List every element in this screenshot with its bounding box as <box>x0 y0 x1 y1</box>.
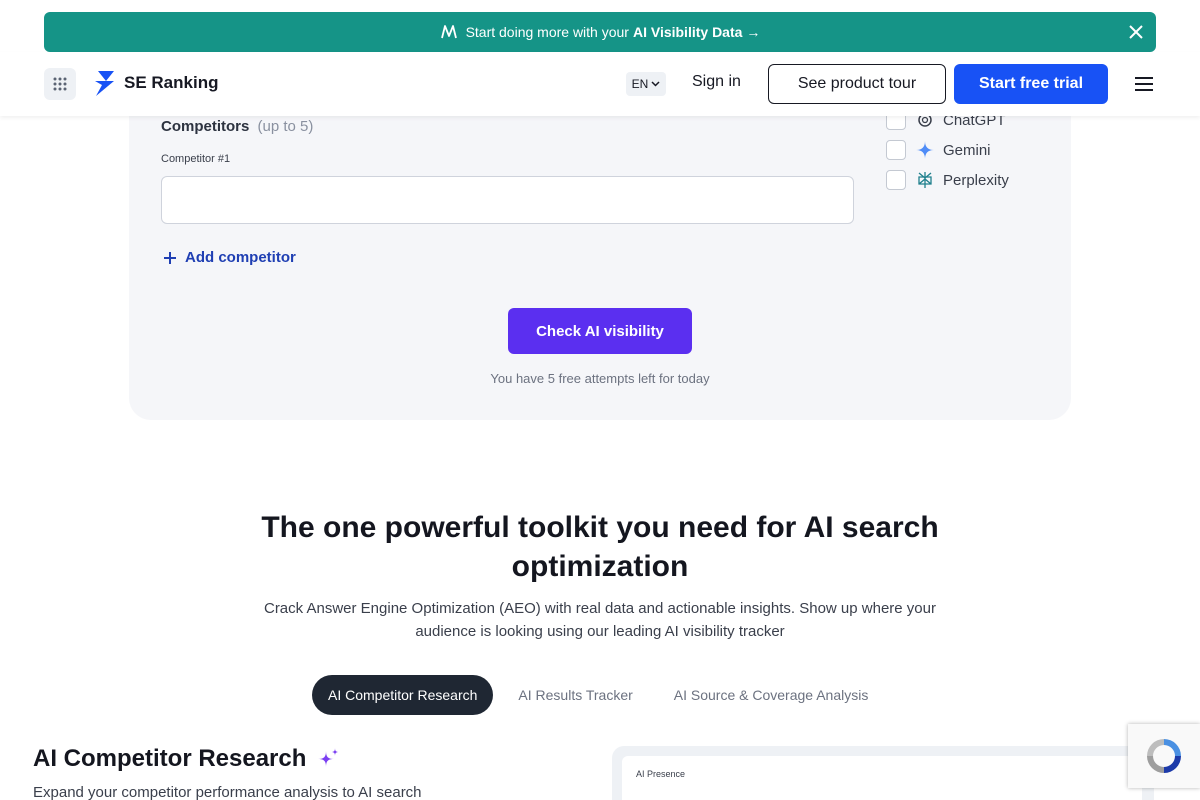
tab-ai-results-tracker[interactable]: AI Results Tracker <box>502 675 648 715</box>
gemini-checkbox[interactable] <box>886 140 906 160</box>
plus-icon <box>164 251 176 264</box>
product-tour-button[interactable]: See product tour <box>768 64 946 104</box>
banner-text: Start doing more with your <box>465 24 629 40</box>
perplexity-checkbox[interactable] <box>886 170 906 190</box>
competitors-heading: Competitors (up to 5) <box>161 118 314 135</box>
add-competitor-label: Add competitor <box>185 249 296 266</box>
feature-title: AI Competitor Research <box>33 745 340 773</box>
competitor-field-label: Competitor #1 <box>161 153 231 165</box>
engine-option-perplexity[interactable]: Perplexity <box>886 170 1009 190</box>
language-selector[interactable]: EN <box>626 72 666 96</box>
ai-logo-icon <box>440 23 458 41</box>
apps-grid-button[interactable] <box>44 68 76 100</box>
competitors-hint: (up to 5) <box>257 118 314 135</box>
recaptcha-badge[interactable] <box>1128 724 1200 788</box>
engine-option-gemini[interactable]: Gemini <box>886 140 991 160</box>
hamburger-menu-icon[interactable] <box>1132 74 1156 94</box>
section-subtext: Crack Answer Engine Optimization (AEO) w… <box>220 597 980 643</box>
tab-ai-source-coverage[interactable]: AI Source & Coverage Analysis <box>658 675 885 715</box>
close-icon[interactable] <box>1124 20 1148 44</box>
headline-line-1: The one powerful toolkit you need for AI… <box>261 511 939 544</box>
subtext-line-1: Crack Answer Engine Optimization (AEO) w… <box>263 600 936 617</box>
engine-label: Perplexity <box>943 171 1009 189</box>
headline-line-2: optimization <box>511 550 689 583</box>
attempts-note: You have 5 free attempts left for today <box>490 371 710 386</box>
site-logo[interactable]: SE Ranking <box>92 69 218 97</box>
chevron-down-icon <box>651 81 660 87</box>
apps-grid-icon <box>53 77 67 91</box>
competitor-input[interactable] <box>161 176 854 224</box>
recaptcha-icon <box>1147 739 1181 773</box>
perplexity-icon <box>916 171 934 189</box>
logo-text: SE Ranking <box>124 73 219 92</box>
feature-description: Expand your competitor performance analy… <box>33 784 422 800</box>
sign-in-link[interactable]: Sign in <box>692 73 741 91</box>
sparkle-icon <box>318 748 340 767</box>
preview-panel: AI Presence <box>622 756 1142 800</box>
check-visibility-button[interactable]: Check AI visibility <box>508 308 692 354</box>
arrow-right-icon: → <box>746 24 761 40</box>
feature-preview: AI Presence <box>612 746 1154 800</box>
engine-label: Gemini <box>943 141 991 159</box>
subtext-line-2: audience is looking using our leading AI… <box>415 623 785 640</box>
tab-ai-competitor-research[interactable]: AI Competitor Research <box>312 675 494 715</box>
site-header: SE Ranking EN Sign in See product tour S… <box>0 52 1200 116</box>
se-ranking-logo-icon <box>95 71 114 96</box>
feature-tabs: AI Competitor Research AI Results Tracke… <box>312 675 893 715</box>
feature-title-text: AI Competitor Research <box>33 745 307 772</box>
banner-bold-text: AI Visibility Data <box>632 24 743 40</box>
add-competitor-button[interactable]: Add competitor <box>163 249 296 266</box>
section-headline: The one powerful toolkit you need for AI… <box>200 508 1000 586</box>
gemini-icon <box>916 141 934 159</box>
promo-banner[interactable]: Start doing more with your AI Visibility… <box>44 12 1156 52</box>
start-trial-button[interactable]: Start free trial <box>954 64 1108 104</box>
preview-label: AI Presence <box>636 769 686 779</box>
language-label: EN <box>631 77 649 91</box>
